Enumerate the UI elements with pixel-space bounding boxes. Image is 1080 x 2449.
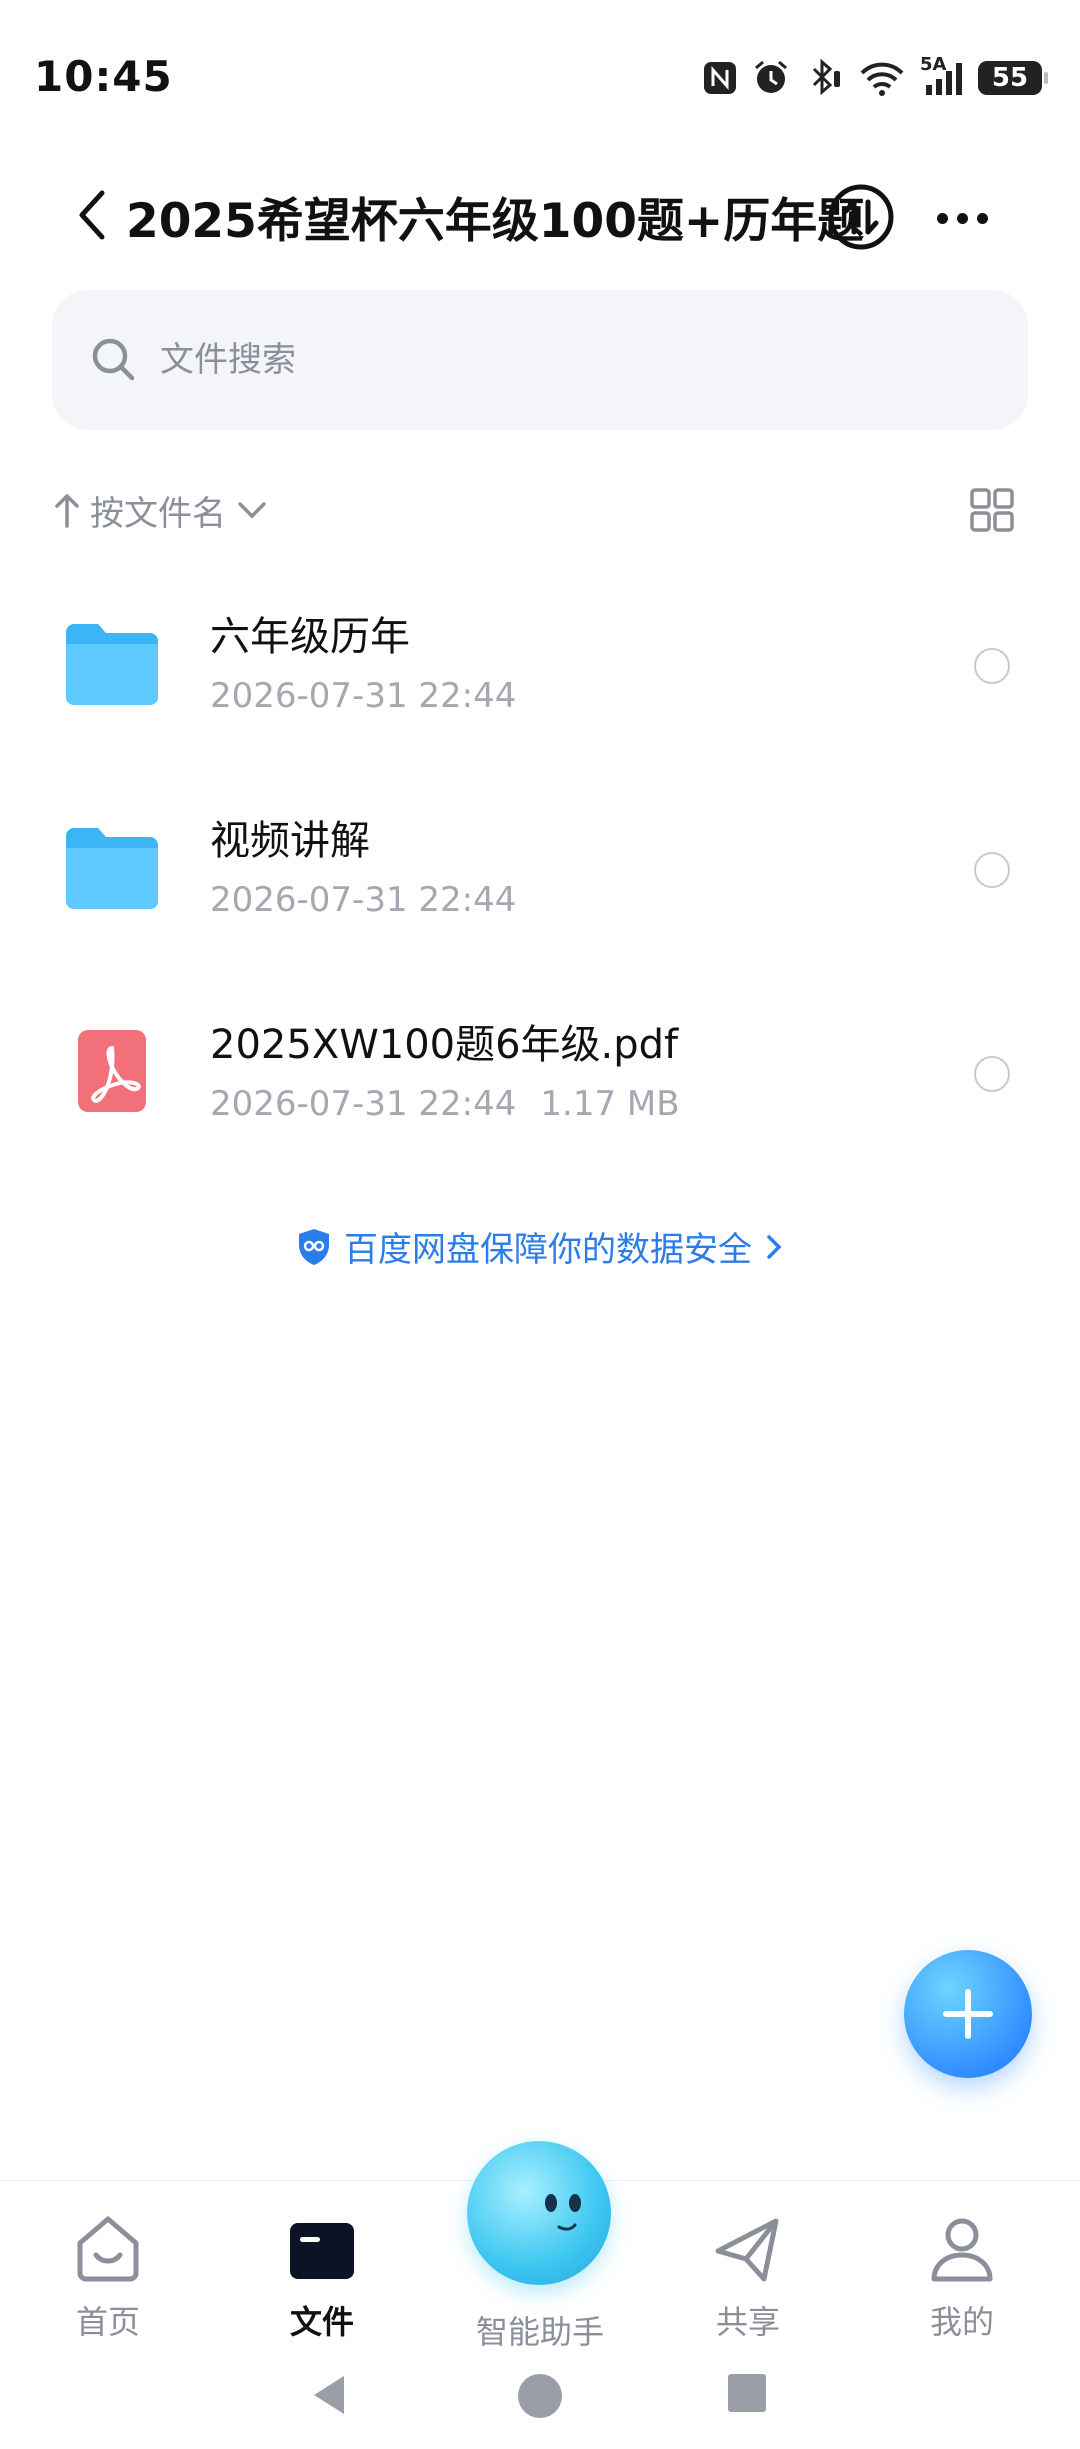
select-radio[interactable] <box>974 852 1010 888</box>
search-box[interactable] <box>52 290 1028 430</box>
nav-files-label: 文件 <box>289 2303 354 2341</box>
header: 2025希望杯六年级100题+历年题 <box>0 160 1080 270</box>
assistant-orb-icon[interactable] <box>467 2141 611 2285</box>
file-name: 视频讲解 <box>210 818 370 864</box>
file-date: 2026-07-31 22:44 <box>210 880 517 920</box>
arrow-up-icon <box>55 494 79 528</box>
plus-icon <box>943 1989 993 2039</box>
file-meta: 2026-07-31 22:44 <box>210 676 516 716</box>
sort-selector[interactable]: 按文件名 <box>52 480 270 540</box>
alarm-icon <box>752 58 790 98</box>
file-name: 2025XW100题6年级.pdf <box>210 1022 679 1068</box>
signal-icon: 5A <box>920 54 964 98</box>
add-button[interactable] <box>904 1950 1032 2078</box>
file-date: 2026-07-31 22:44 <box>210 676 517 716</box>
search-icon <box>92 338 135 381</box>
safety-link-text: 百度网盘保障你的数据安全 <box>344 1230 752 1270</box>
status-icons: 5A 55 <box>702 54 1048 98</box>
nfc-icon <box>702 58 738 98</box>
system-home-icon[interactable] <box>516 2372 564 2420</box>
bluetooth-icon <box>804 58 844 98</box>
battery-icon: 55 <box>978 61 1048 95</box>
sort-label: 按文件名 <box>90 493 226 534</box>
system-recents-icon[interactable] <box>726 2372 768 2414</box>
wifi-icon <box>858 58 906 98</box>
transfer-icon <box>828 184 894 250</box>
file-row[interactable]: 六年级历年 2026-07-31 22:44 <box>0 566 1080 766</box>
file-size: 1.17 MB <box>540 1084 680 1124</box>
nav-assistant-label[interactable]: 智能助手 <box>440 2307 640 2353</box>
pdf-icon <box>78 1030 146 1112</box>
grid-view-toggle[interactable] <box>968 486 1016 534</box>
user-icon <box>924 2211 1000 2287</box>
status-bar: 10:45 5A 55 <box>0 0 1080 160</box>
status-time: 10:45 <box>34 52 173 101</box>
file-row[interactable]: 2025XW100题6年级.pdf 2026-07-31 22:44 1.17 M… <box>0 974 1080 1174</box>
nav-mine[interactable]: 我的 <box>872 2211 1052 2343</box>
nav-files[interactable]: 文件 <box>232 2211 412 2343</box>
file-row[interactable]: 视频讲解 2026-07-31 22:44 <box>0 770 1080 970</box>
more-dot <box>976 212 988 224</box>
grid-icon <box>970 488 1014 532</box>
chevron-right-icon <box>767 1234 782 1259</box>
more-dot <box>956 212 968 224</box>
system-nav-bar <box>0 2352 1080 2449</box>
file-meta: 2026-07-31 22:44 <box>210 880 516 920</box>
network-type-label: 5A <box>920 54 947 75</box>
nav-home[interactable]: 首页 <box>18 2211 198 2343</box>
folder-icon <box>66 828 158 909</box>
nav-home-label: 首页 <box>75 2303 140 2341</box>
folder-icon <box>284 2211 360 2287</box>
data-safety-link[interactable]: 百度网盘保障你的数据安全 <box>0 1222 1080 1271</box>
nav-share-label: 共享 <box>715 2303 780 2341</box>
paper-plane-icon <box>710 2211 786 2287</box>
chevron-down-icon <box>238 502 266 519</box>
transfer-button[interactable] <box>826 182 896 252</box>
nav-share[interactable]: 共享 <box>658 2211 838 2343</box>
chevron-left-icon <box>79 190 105 240</box>
nav-mine-label: 我的 <box>929 2303 994 2341</box>
file-meta: 2026-07-31 22:44 1.17 MB <box>210 1084 680 1124</box>
search-input[interactable] <box>160 334 960 386</box>
bottom-nav: 首页 文件 智能助手 共享 我的 <box>0 2141 1080 2353</box>
system-back-icon[interactable] <box>310 2372 350 2418</box>
select-radio[interactable] <box>974 648 1010 684</box>
file-date: 2026-07-31 22:44 <box>210 1084 517 1124</box>
file-name: 六年级历年 <box>210 614 410 660</box>
more-button[interactable] <box>930 190 994 246</box>
page-title: 2025希望杯六年级100题+历年题 <box>126 194 865 249</box>
back-button[interactable] <box>62 180 122 250</box>
home-icon <box>70 2211 146 2287</box>
more-dot <box>936 212 948 224</box>
folder-icon <box>66 624 158 705</box>
select-radio[interactable] <box>974 1056 1010 1092</box>
shield-icon <box>299 1228 329 1265</box>
